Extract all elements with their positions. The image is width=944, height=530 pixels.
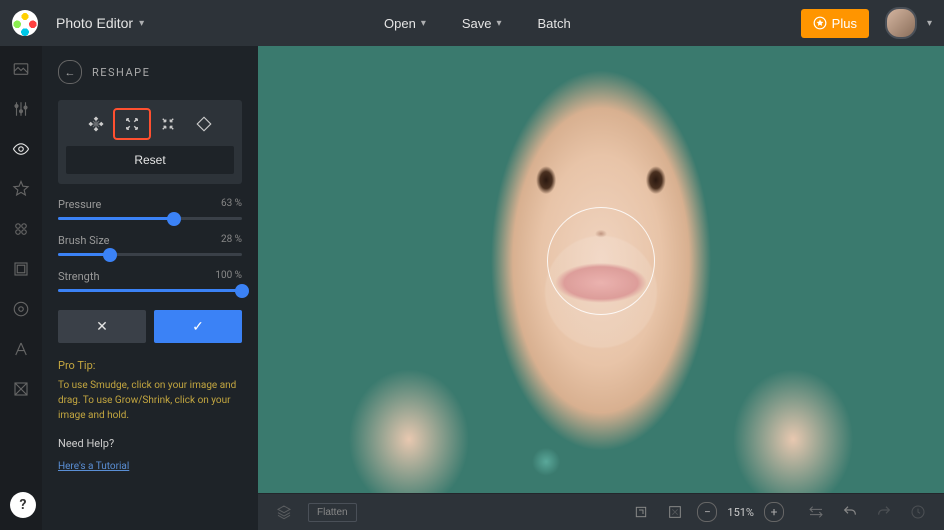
undo-icon[interactable] (838, 500, 862, 524)
layers-icon[interactable] (272, 500, 296, 524)
flatten-button[interactable]: Flatten (308, 503, 357, 522)
pressure-slider[interactable]: Pressure63 % (58, 198, 242, 220)
frame-tool-icon[interactable] (12, 260, 30, 278)
graphics-tool-icon[interactable] (12, 300, 30, 318)
zoom-out-button[interactable]: − (697, 502, 717, 522)
help-fab[interactable]: ? (10, 492, 36, 518)
chevron-down-icon: ▾ (927, 18, 932, 29)
fit-icon[interactable] (663, 500, 687, 524)
crop-icon[interactable] (629, 500, 653, 524)
top-bar: Photo Editor▾ Open▾ Save▾ Batch Plus ▾ (0, 0, 944, 46)
open-menu[interactable]: Open▾ (370, 8, 440, 39)
reset-button[interactable]: Reset (66, 146, 234, 174)
batch-button[interactable]: Batch (524, 8, 585, 39)
app-logo-icon (12, 10, 38, 36)
grow-tool[interactable] (115, 110, 149, 138)
zoom-in-button[interactable]: + (764, 502, 784, 522)
reshape-panel: ← RESHAPE Reset Pressure63 % Brush Size2… (42, 46, 258, 530)
chevron-down-icon: ▾ (496, 18, 501, 29)
save-menu[interactable]: Save▾ (448, 8, 516, 39)
adjust-tool-icon[interactable] (12, 100, 30, 118)
favorites-tool-icon[interactable] (12, 180, 30, 198)
help-title: Need Help? (58, 437, 242, 450)
pro-tip-title: Pro Tip: (58, 359, 242, 372)
zoom-level: 151% (727, 506, 754, 519)
apply-button[interactable]: ✓ (154, 310, 242, 343)
tool-rail (0, 46, 42, 530)
panel-title: RESHAPE (92, 66, 150, 79)
brush-size-slider[interactable]: Brush Size28 % (58, 234, 242, 256)
back-button[interactable]: ← (58, 60, 82, 84)
text-tool-icon[interactable] (12, 340, 30, 358)
user-avatar[interactable] (885, 7, 917, 39)
shrink-tool[interactable] (151, 110, 185, 138)
image-tool-icon[interactable] (12, 60, 30, 78)
canvas-area: Flatten − 151% + (258, 46, 944, 530)
app-switcher[interactable]: Photo Editor▾ (46, 9, 154, 37)
pro-tip-body: To use Smudge, click on your image and d… (58, 378, 242, 423)
smudge-tool[interactable] (79, 110, 113, 138)
compare-icon[interactable] (804, 500, 828, 524)
chevron-down-icon: ▾ (421, 18, 426, 29)
bottom-bar: Flatten − 151% + (258, 493, 944, 530)
texture-tool-icon[interactable] (12, 380, 30, 398)
cancel-button[interactable]: ✕ (58, 310, 146, 343)
history-icon[interactable] (906, 500, 930, 524)
star-icon (813, 16, 827, 30)
tutorial-link[interactable]: Here's a Tutorial (58, 461, 129, 472)
redo-icon[interactable] (872, 500, 896, 524)
retouch-tool-icon[interactable] (12, 140, 30, 158)
plus-upgrade-button[interactable]: Plus (801, 9, 869, 38)
portrait-image (258, 46, 944, 493)
effects-tool-icon[interactable] (12, 220, 30, 238)
image-viewport[interactable] (258, 46, 944, 493)
chevron-down-icon: ▾ (139, 18, 144, 29)
strength-slider[interactable]: Strength100 % (58, 270, 242, 292)
erase-tool[interactable] (187, 110, 221, 138)
